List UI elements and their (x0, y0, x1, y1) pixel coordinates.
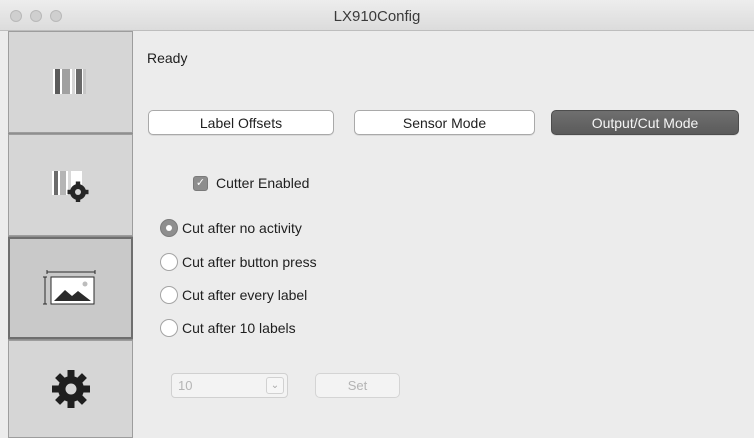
radio-button[interactable] (160, 219, 178, 237)
checkmark-icon: ✓ (195, 176, 206, 189)
labels-count-select[interactable]: 10 ⌄ (171, 373, 288, 398)
radio-button[interactable] (160, 319, 178, 337)
radio-label: Cut after no activity (182, 220, 302, 236)
cutter-enabled-checkbox[interactable]: ✓ (193, 175, 208, 191)
label-settings-icon (51, 171, 88, 202)
radio-label: Cut after 10 labels (182, 320, 296, 336)
tab-label-offsets[interactable]: Label Offsets (148, 110, 334, 135)
sidebar-item-print-area[interactable] (8, 237, 133, 339)
radio-cut-after-10-labels[interactable]: Cut after 10 labels (160, 319, 296, 337)
cutter-enabled-row[interactable]: ✓ Cutter Enabled (193, 175, 309, 191)
sidebar (8, 31, 133, 438)
radio-button[interactable] (160, 286, 178, 304)
image-print-area-icon (42, 270, 95, 305)
title-bar: LX910Config (0, 0, 754, 31)
chevron-down-icon[interactable]: ⌄ (266, 377, 284, 394)
sidebar-item-labels[interactable] (8, 31, 133, 133)
radio-cut-after-button-press[interactable]: Cut after button press (160, 253, 317, 271)
radio-button[interactable] (160, 253, 178, 271)
sidebar-item-label-settings[interactable] (8, 134, 133, 236)
cutter-enabled-label: Cutter Enabled (216, 175, 310, 191)
radio-label: Cut after every label (182, 287, 308, 303)
gear-icon (51, 370, 90, 408)
set-button[interactable]: Set (315, 373, 400, 398)
tab-output-cut-mode[interactable]: Output/Cut Mode (551, 110, 739, 135)
radio-label: Cut after button press (182, 254, 317, 270)
app-window: LX910Config Ready Label Offsets Sensor M… (0, 0, 754, 438)
sidebar-item-settings[interactable] (8, 340, 133, 438)
radio-cut-after-every-label[interactable]: Cut after every label (160, 286, 307, 304)
radio-cut-after-no-activity[interactable]: Cut after no activity (160, 219, 302, 237)
labels-count-value: 10 (178, 378, 193, 393)
tab-sensor-mode[interactable]: Sensor Mode (354, 110, 535, 135)
status-text: Ready (147, 50, 188, 66)
window-title: LX910Config (333, 8, 421, 25)
label-roll-icon (52, 69, 86, 94)
